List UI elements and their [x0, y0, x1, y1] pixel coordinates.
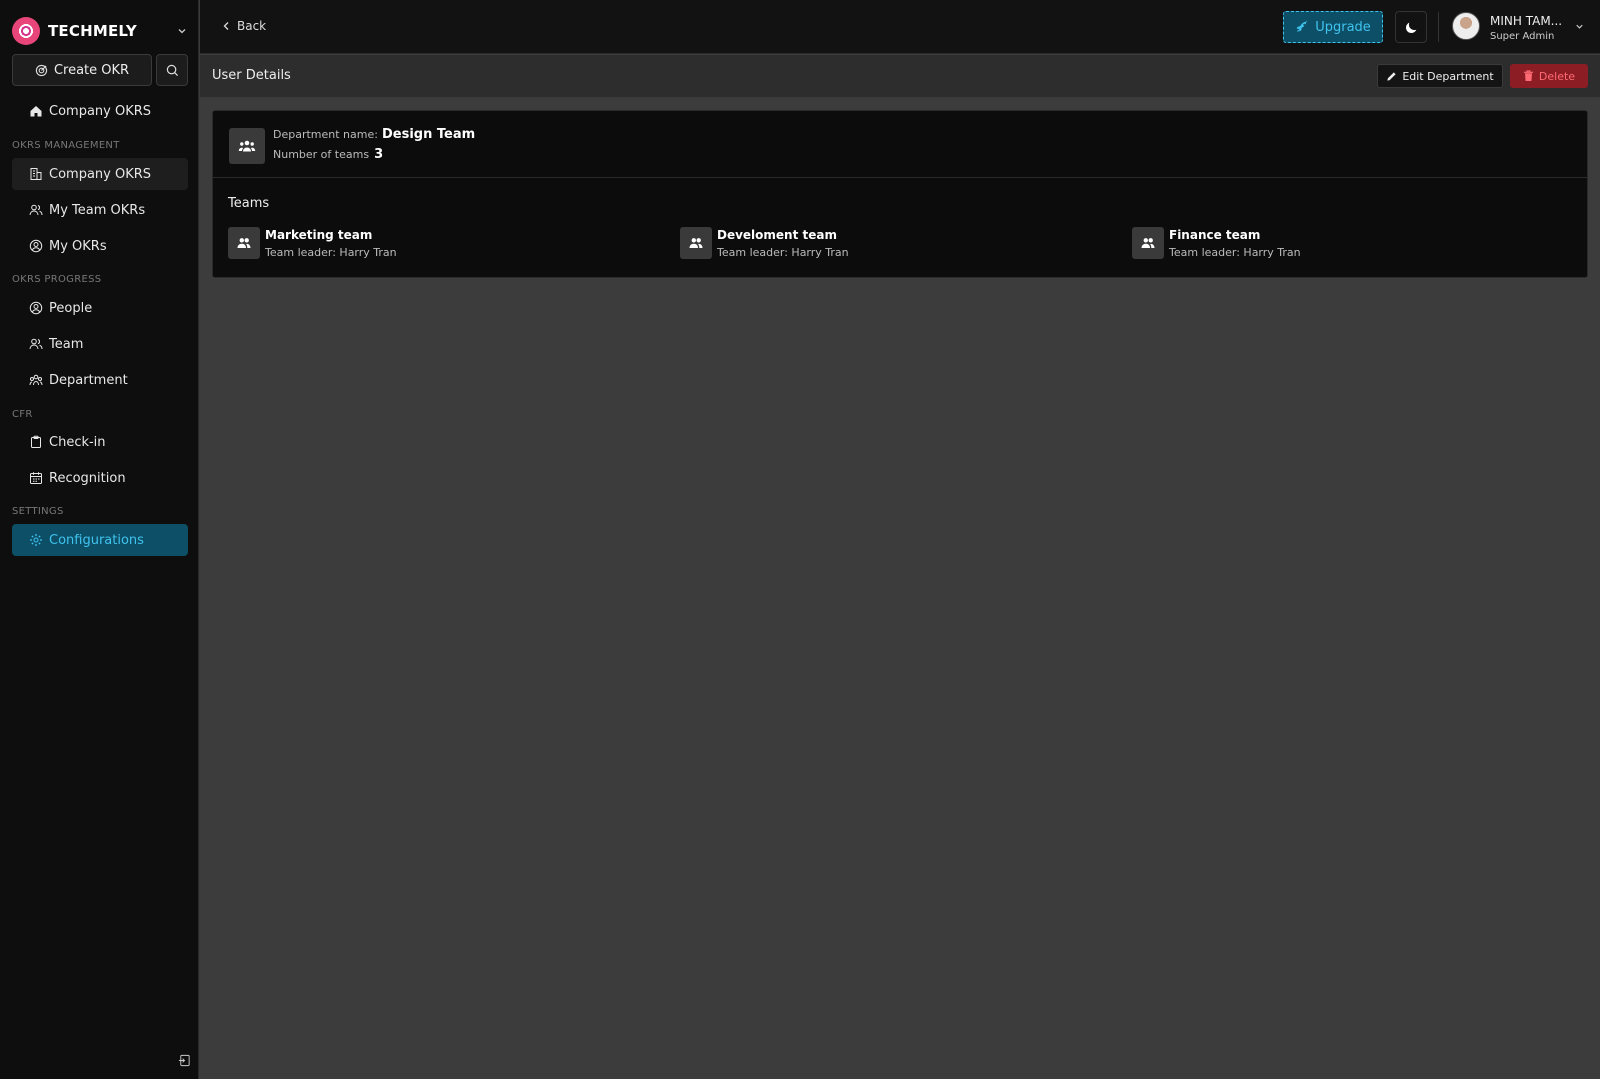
team-count-row: Number of teams 3: [273, 147, 383, 162]
chevron-left-icon: [223, 22, 229, 30]
team-info: Develoment team Team leader: Harry Tran: [717, 227, 849, 259]
theme-toggle-button[interactable]: [1395, 11, 1427, 43]
sidebar-item-recognition[interactable]: Recognition: [12, 462, 188, 494]
users-icon: [1141, 238, 1155, 248]
department-name-label: Department name:: [273, 128, 378, 141]
card-divider: [213, 177, 1587, 178]
sidebar-item-label: Check-in: [49, 434, 106, 450]
team-icon: [1132, 227, 1164, 259]
team-item-finance[interactable]: Finance team Team leader: Harry Tran: [1132, 227, 1301, 259]
user-circle-icon: [29, 301, 43, 315]
section-okrs-management: OKRS MANAGEMENT: [12, 140, 120, 151]
sidebar-item-label: My OKRs: [49, 238, 107, 254]
users-icon: [29, 204, 43, 216]
rocket-icon: [1296, 20, 1308, 32]
team-count: 3: [374, 147, 384, 162]
team-leader: Team leader: Harry Tran: [1169, 246, 1301, 259]
team-leader: Team leader: Harry Tran: [717, 246, 849, 259]
user-role: Super Admin: [1490, 31, 1555, 42]
gear-icon: [30, 534, 42, 546]
sidebar-item-label: People: [49, 300, 93, 316]
back-button[interactable]: Back: [222, 19, 266, 33]
topbar: Back Upgrade MINH TAM... Super Admin: [200, 0, 1600, 54]
sidebar-item-label: Team: [49, 336, 84, 352]
team-info: Marketing team Team leader: Harry Tran: [265, 227, 397, 259]
sidebar: TECHMELY Create OKR Company OKRS OKRS MA…: [0, 0, 199, 1079]
avatar[interactable]: [1452, 12, 1480, 40]
sidebar-item-check-in[interactable]: Check-in: [12, 426, 188, 458]
sidebar-item-label: My Team OKRs: [49, 202, 146, 218]
team-name: Marketing team: [265, 228, 373, 242]
team-info: Finance team Team leader: Harry Tran: [1169, 227, 1301, 259]
edit-department-label: Edit Department: [1402, 69, 1494, 83]
techmely-logo: [12, 17, 40, 45]
group-icon: [29, 374, 43, 386]
department-name-row: Department name: Design Team: [273, 127, 475, 142]
team-item-marketing[interactable]: Marketing team Team leader: Harry Tran: [228, 227, 397, 259]
sidebar-item-people[interactable]: People: [12, 292, 188, 324]
sidebar-item-department[interactable]: Department: [12, 364, 188, 396]
brand-switcher[interactable]: TECHMELY: [12, 16, 188, 46]
users-icon: [29, 338, 43, 350]
department-icon: [229, 128, 265, 164]
calendar-icon: [30, 472, 42, 484]
team-count-label: Number of teams: [273, 148, 370, 161]
upgrade-button[interactable]: Upgrade: [1283, 11, 1383, 43]
target-icon: [35, 64, 48, 76]
collapse-sidebar-icon[interactable]: [178, 1054, 191, 1067]
chevron-down-icon: [178, 29, 186, 34]
sidebar-item-label: Company OKRS: [49, 103, 152, 119]
sidebar-item-label: Company OKRS: [49, 166, 152, 182]
sidebar-item-label: Department: [49, 372, 128, 388]
department-name: Design Team: [381, 127, 476, 142]
teams-heading: Teams: [228, 196, 270, 211]
sidebar-item-configurations[interactable]: Configurations: [12, 524, 188, 556]
user-name[interactable]: MINH TAM...: [1490, 14, 1562, 28]
team-icon: [680, 227, 712, 259]
delete-label: Delete: [1538, 69, 1576, 83]
department-card: Department name: Design Team Number of t…: [212, 110, 1588, 278]
team-icon: [228, 227, 260, 259]
sidebar-item-company-okrs[interactable]: Company OKRS: [12, 158, 188, 190]
brand-name: TECHMELY: [48, 22, 137, 40]
trash-icon: [1523, 70, 1534, 82]
team-item-development[interactable]: Develoment team Team leader: Harry Tran: [680, 227, 849, 259]
edit-department-button[interactable]: Edit Department: [1377, 64, 1503, 88]
section-cfr: CFR: [12, 409, 33, 420]
sidebar-item-team[interactable]: Team: [12, 328, 188, 360]
team-leader: Team leader: Harry Tran: [265, 246, 397, 259]
page-header: User Details Edit Department Delete: [200, 55, 1600, 98]
clipboard-icon: [31, 435, 41, 448]
sidebar-item-home[interactable]: Company OKRS: [12, 95, 188, 127]
sidebar-item-label: Configurations: [49, 532, 144, 548]
upgrade-label: Upgrade: [1315, 19, 1371, 35]
page-title: User Details: [212, 68, 291, 83]
team-name: Develoment team: [717, 228, 837, 242]
home-icon: [30, 106, 42, 117]
users-icon: [689, 238, 703, 248]
chevron-down-icon[interactable]: [1574, 21, 1585, 32]
team-name: Finance team: [1169, 228, 1261, 242]
create-row: Create OKR: [12, 54, 188, 86]
users-icon: [237, 238, 251, 248]
user-circle-icon: [29, 239, 43, 253]
section-okrs-progress: OKRS PROGRESS: [12, 274, 102, 285]
search-icon: [166, 64, 178, 76]
pencil-icon: [1387, 71, 1396, 81]
sidebar-item-my-team-okrs[interactable]: My Team OKRs: [12, 194, 188, 226]
delete-button[interactable]: Delete: [1510, 64, 1588, 88]
moon-icon: [1405, 22, 1416, 33]
group-icon: [238, 140, 256, 152]
search-button[interactable]: [156, 54, 188, 86]
create-okr-button[interactable]: Create OKR: [12, 54, 152, 86]
create-okr-label: Create OKR: [53, 62, 130, 78]
sidebar-item-label: Recognition: [49, 470, 126, 486]
sidebar-item-my-okrs[interactable]: My OKRs: [12, 230, 188, 262]
section-settings: SETTINGS: [12, 506, 64, 517]
back-label: Back: [237, 19, 267, 33]
building-icon: [30, 168, 42, 180]
topbar-divider: [1438, 12, 1439, 42]
